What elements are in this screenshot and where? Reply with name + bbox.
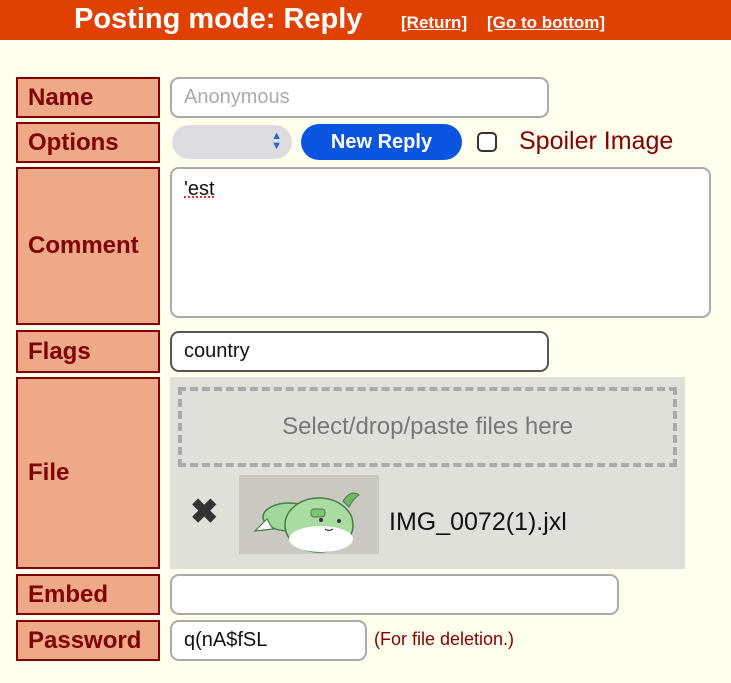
flags-label: Flags [16, 330, 160, 373]
name-input[interactable] [170, 77, 549, 118]
new-reply-button[interactable]: New Reply [301, 124, 462, 160]
comment-text: 'est [184, 178, 215, 200]
spoiler-image-label: Spoiler Image [519, 127, 674, 155]
file-thumbnail [239, 475, 379, 554]
drop-zone-text: Select/drop/paste files here [282, 413, 573, 440]
flags-input[interactable] [170, 331, 549, 372]
embed-input[interactable] [170, 574, 619, 615]
posting-mode-title: Posting mode: Reply [74, 3, 363, 35]
go-to-bottom-link[interactable]: [Go to bottom] [487, 13, 605, 33]
spoiler-checkbox[interactable] [477, 132, 497, 152]
file-deletion-note: (For file deletion.) [374, 629, 515, 649]
posting-mode-banner: Posting mode: Reply [Return] [Go to bott… [0, 0, 731, 40]
password-label: Password [16, 620, 160, 661]
comment-textarea[interactable]: 'est [170, 167, 711, 318]
password-input[interactable] [170, 620, 367, 661]
comment-label: Comment [16, 167, 160, 325]
options-select[interactable]: ▲ ▼ [172, 125, 292, 159]
options-label: Options [16, 122, 160, 163]
select-arrows-icon: ▲ ▼ [271, 130, 282, 152]
file-drop-zone[interactable]: Select/drop/paste files here [178, 387, 677, 467]
file-label: File [16, 377, 160, 569]
attached-file-name: IMG_0072(1).jxl [389, 508, 567, 536]
embed-label: Embed [16, 574, 160, 615]
file-upload-area: Select/drop/paste files here ✖ IMG_0072(… [170, 377, 685, 569]
return-link[interactable]: [Return] [401, 13, 467, 33]
remove-file-icon[interactable]: ✖ [190, 495, 219, 529]
name-label: Name [16, 77, 160, 118]
